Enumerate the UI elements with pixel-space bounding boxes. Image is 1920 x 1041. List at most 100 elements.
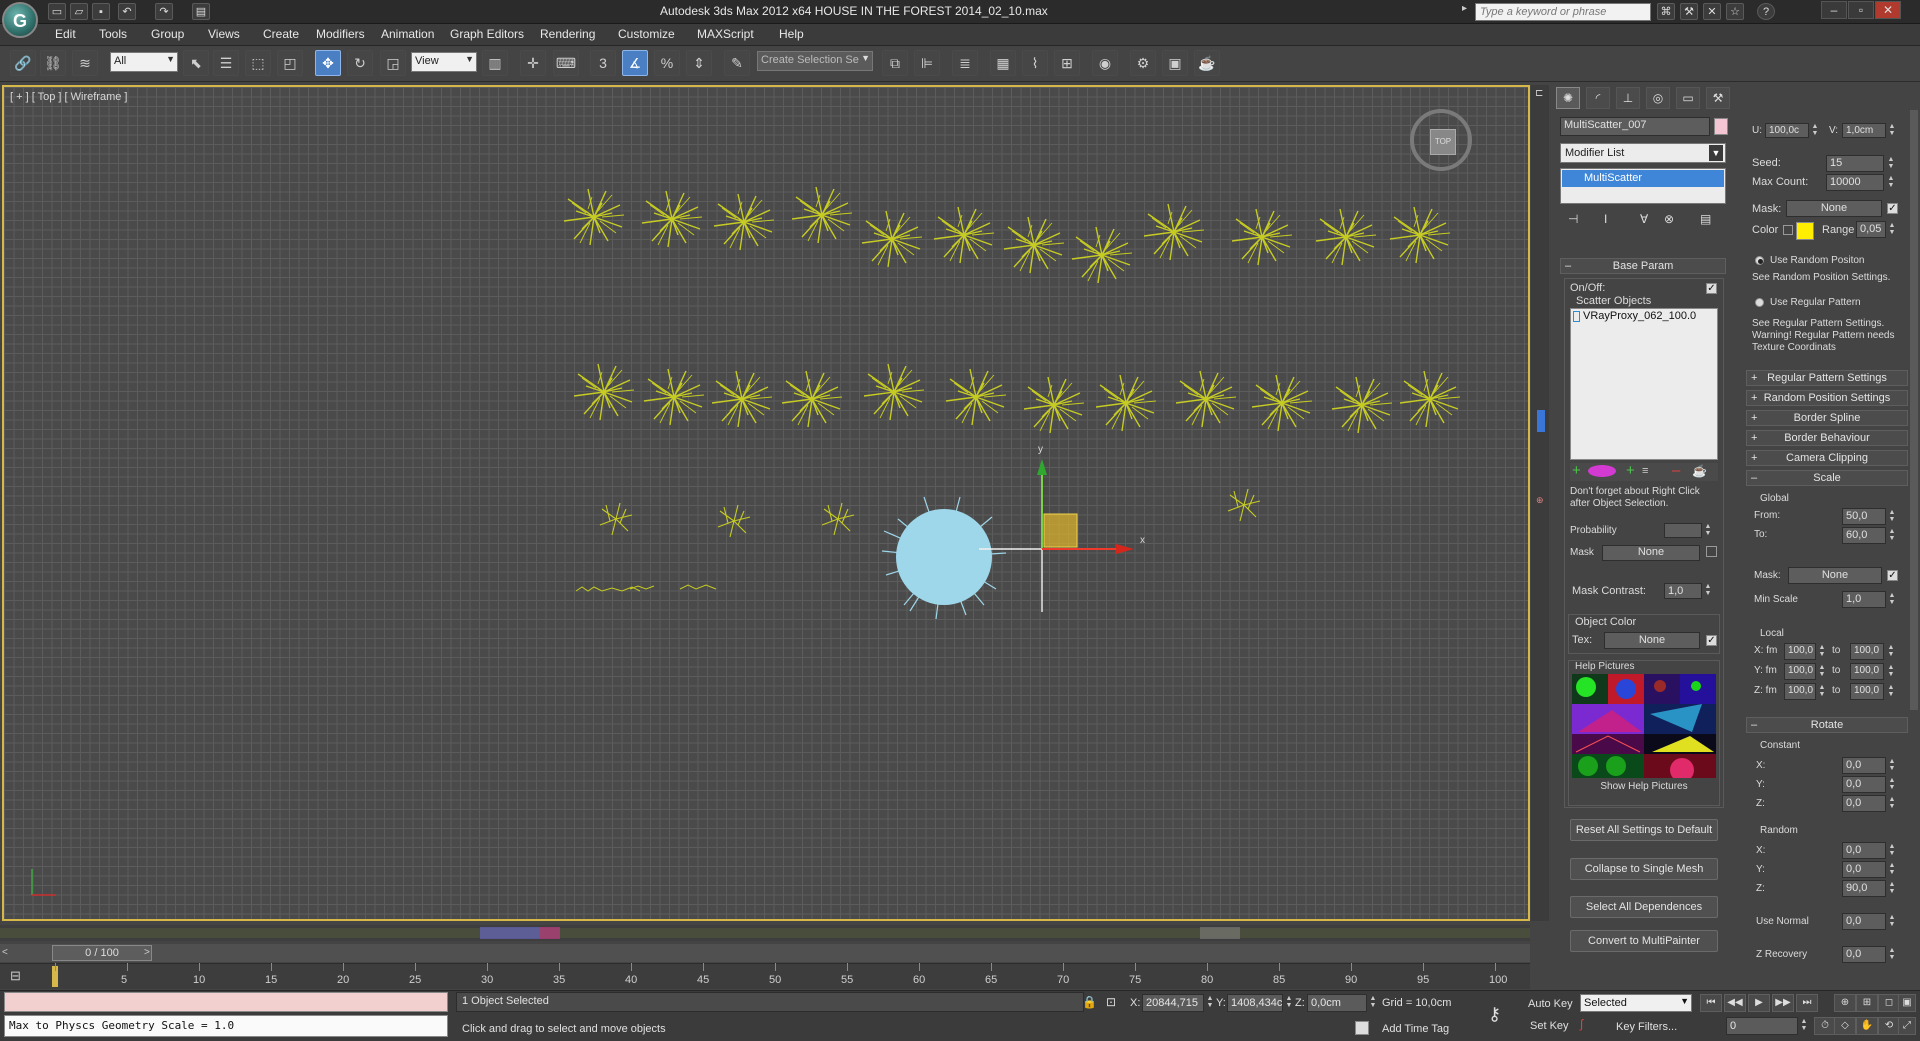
menu-modifiers[interactable]: Modifiers [316,27,365,41]
render-setup-icon[interactable]: ⚙ [1130,50,1156,76]
spinner-icon[interactable]: ▲ ▼ [1888,528,1896,543]
spinner-icon[interactable]: ▲ ▼ [1887,684,1895,699]
scale-to-field[interactable]: 60,0 [1842,527,1886,544]
spinner-icon[interactable]: ▲ ▼ [1888,843,1896,858]
spinner-icon[interactable]: ▲ ▼ [1888,914,1896,929]
onoff-checkbox[interactable]: ✓ [1706,283,1717,294]
rollout-border-spline[interactable]: + Border Spline [1746,410,1908,426]
mask-button[interactable]: None [1786,200,1882,217]
menu-animation[interactable]: Animation [381,27,434,41]
menu-tools[interactable]: Tools [99,27,127,41]
field-of-view-icon[interactable]: ◇ [1834,1017,1856,1035]
make-unique-icon[interactable]: ∀ [1640,212,1656,228]
z-coordinate-field[interactable]: 0,0cm [1307,994,1367,1012]
binoculars-icon[interactable]: ⌘ [1657,3,1675,20]
window-crossing-icon[interactable]: ◰ [277,50,303,76]
spinner-icon[interactable]: ▲ ▼ [1285,995,1293,1010]
redo-icon[interactable]: ↷ [155,3,173,20]
zoom-icon[interactable]: ⊕ [1834,994,1856,1012]
seed-field[interactable]: 15 [1826,155,1884,172]
scale-y-to-field[interactable]: 100,0 [1850,663,1884,680]
set-key-button[interactable]: Set Key [1530,1020,1569,1032]
curve-editor-icon[interactable]: ⌇ [1022,50,1048,76]
scatter-objects-list[interactable] [1570,308,1718,460]
rectangular-selection-icon[interactable]: ⬚ [245,50,271,76]
min-scale-field[interactable]: 1,0 [1842,591,1886,608]
current-frame-field[interactable]: 0 [1726,1017,1798,1035]
spinner-icon[interactable]: ▲ ▼ [1887,156,1895,171]
play-icon[interactable]: ▶ [1748,994,1770,1012]
absolute-mode-icon[interactable]: ⊡ [1106,995,1120,1009]
keyboard-shortcut-override-icon[interactable]: ⌨ [553,50,579,76]
save-file-icon[interactable]: ▪ [92,3,110,20]
spinner-icon[interactable]: ▲ ▼ [1888,758,1896,773]
mask-button[interactable]: None [1602,545,1700,561]
go-to-end-icon[interactable]: ⏭ [1796,994,1818,1012]
pan-view-icon[interactable]: ✋ [1856,1017,1878,1035]
pivot-center-icon[interactable]: ▥ [482,50,508,76]
use-regular-pattern-radio[interactable] [1755,298,1764,307]
add-list-icon[interactable]: + [1626,463,1640,479]
spinner-icon[interactable]: ▲ ▼ [1888,592,1896,607]
tex-checkbox[interactable]: ✓ [1706,635,1717,646]
motion-tab-icon[interactable]: ◎ [1646,87,1670,109]
configure-modifier-sets-icon[interactable]: ▤ [1700,212,1716,228]
maxscript-listener-output[interactable]: Max to Physcs Geometry Scale = 1.0 [4,1015,448,1037]
time-slider-track[interactable] [0,944,1530,962]
render-production-icon[interactable]: ☕ [1194,50,1220,76]
rotate-const-z-field[interactable]: 0,0 [1842,795,1886,812]
scale-x-from-field[interactable]: 100,0 [1784,643,1816,660]
rollout-regular-pattern[interactable]: + Regular Pattern Settings [1746,370,1908,386]
max-count-field[interactable]: 10000 [1826,174,1884,191]
open-file-icon[interactable]: ▱ [70,3,88,20]
create-tab-icon[interactable]: ✺ [1556,87,1580,109]
time-slider-thumb[interactable]: 0 / 100 [52,945,152,961]
z-recovery-field[interactable]: 0,0 [1842,946,1886,963]
convert-multipainter-button[interactable]: Convert to MultiPainter [1570,930,1718,952]
new-file-icon[interactable]: ▭ [48,3,66,20]
spinner-icon[interactable]: ▲ ▼ [1369,995,1377,1010]
teapot-icon[interactable]: ☕ [1692,464,1716,478]
rollout-border-behaviour[interactable]: + Border Behaviour [1746,430,1908,446]
reference-coordinate-dropdown[interactable]: View ▼ [411,52,477,72]
spinner-icon[interactable]: ▲ ▼ [1818,644,1826,659]
color-checkbox[interactable] [1783,225,1793,235]
search-arrow-icon[interactable]: ▸ [1462,3,1472,21]
maximize-button[interactable]: ▫ [1848,1,1874,19]
rendered-frame-window-icon[interactable]: ▣ [1162,50,1188,76]
mask-checkbox[interactable] [1706,546,1717,557]
menu-create[interactable]: Create [263,27,299,41]
scale-from-field[interactable]: 50,0 [1842,508,1886,525]
minimize-button[interactable]: – [1821,1,1847,19]
select-dependences-button[interactable]: Select All Dependences [1570,896,1718,918]
menu-group[interactable]: Group [151,27,184,41]
time-configuration-icon[interactable]: ⏱ [1814,1017,1836,1035]
scale-z-to-field[interactable]: 100,0 [1850,683,1884,700]
transform-type-in-icon[interactable]: ⊕ [1536,495,1546,505]
scatter-object-item[interactable]: VRayProxy_062_100.0 [1583,310,1696,322]
viewport-layout-icon[interactable]: ⊏ [1535,88,1547,102]
spinner-icon[interactable]: ▲ ▼ [1888,777,1896,792]
unlink-icon[interactable]: ⛓ [40,50,66,76]
collapse-single-mesh-button[interactable]: Collapse to Single Mesh [1570,858,1718,880]
scale-mask-button[interactable]: None [1788,567,1882,584]
zoom-extents-all-icon[interactable]: ▣ [1898,994,1916,1012]
use-random-position-radio[interactable] [1755,256,1764,265]
spinner-icon[interactable]: ▲ ▼ [1888,947,1896,962]
add-time-tag[interactable]: Add Time Tag [1382,1023,1449,1035]
spinner-icon[interactable]: ▲ ▼ [1811,123,1819,138]
x-coordinate-field[interactable]: 20844,715 [1142,994,1204,1012]
add-object-icon[interactable]: + [1572,463,1586,479]
communication-center-icon[interactable]: ✕ [1703,3,1721,20]
spinner-icon[interactable]: ▲ ▼ [1887,664,1895,679]
hierarchy-tab-icon[interactable]: ⊥ [1616,87,1640,109]
percent-snap-icon[interactable]: % [654,50,680,76]
spinner-icon[interactable]: ▲ ▼ [1704,583,1712,598]
scale-y-from-field[interactable]: 100,0 [1784,663,1816,680]
utilities-tab-icon[interactable]: ⚒ [1706,87,1730,109]
mirror-icon[interactable]: ⧉ [882,50,908,76]
rotate-rand-z-field[interactable]: 90,0 [1842,880,1886,897]
orbit-icon[interactable]: ⟲ [1878,1017,1900,1035]
search-input[interactable]: Type a keyword or phrase [1475,3,1651,21]
named-selection-dropdown[interactable]: Create Selection Se ▼ [757,51,873,71]
